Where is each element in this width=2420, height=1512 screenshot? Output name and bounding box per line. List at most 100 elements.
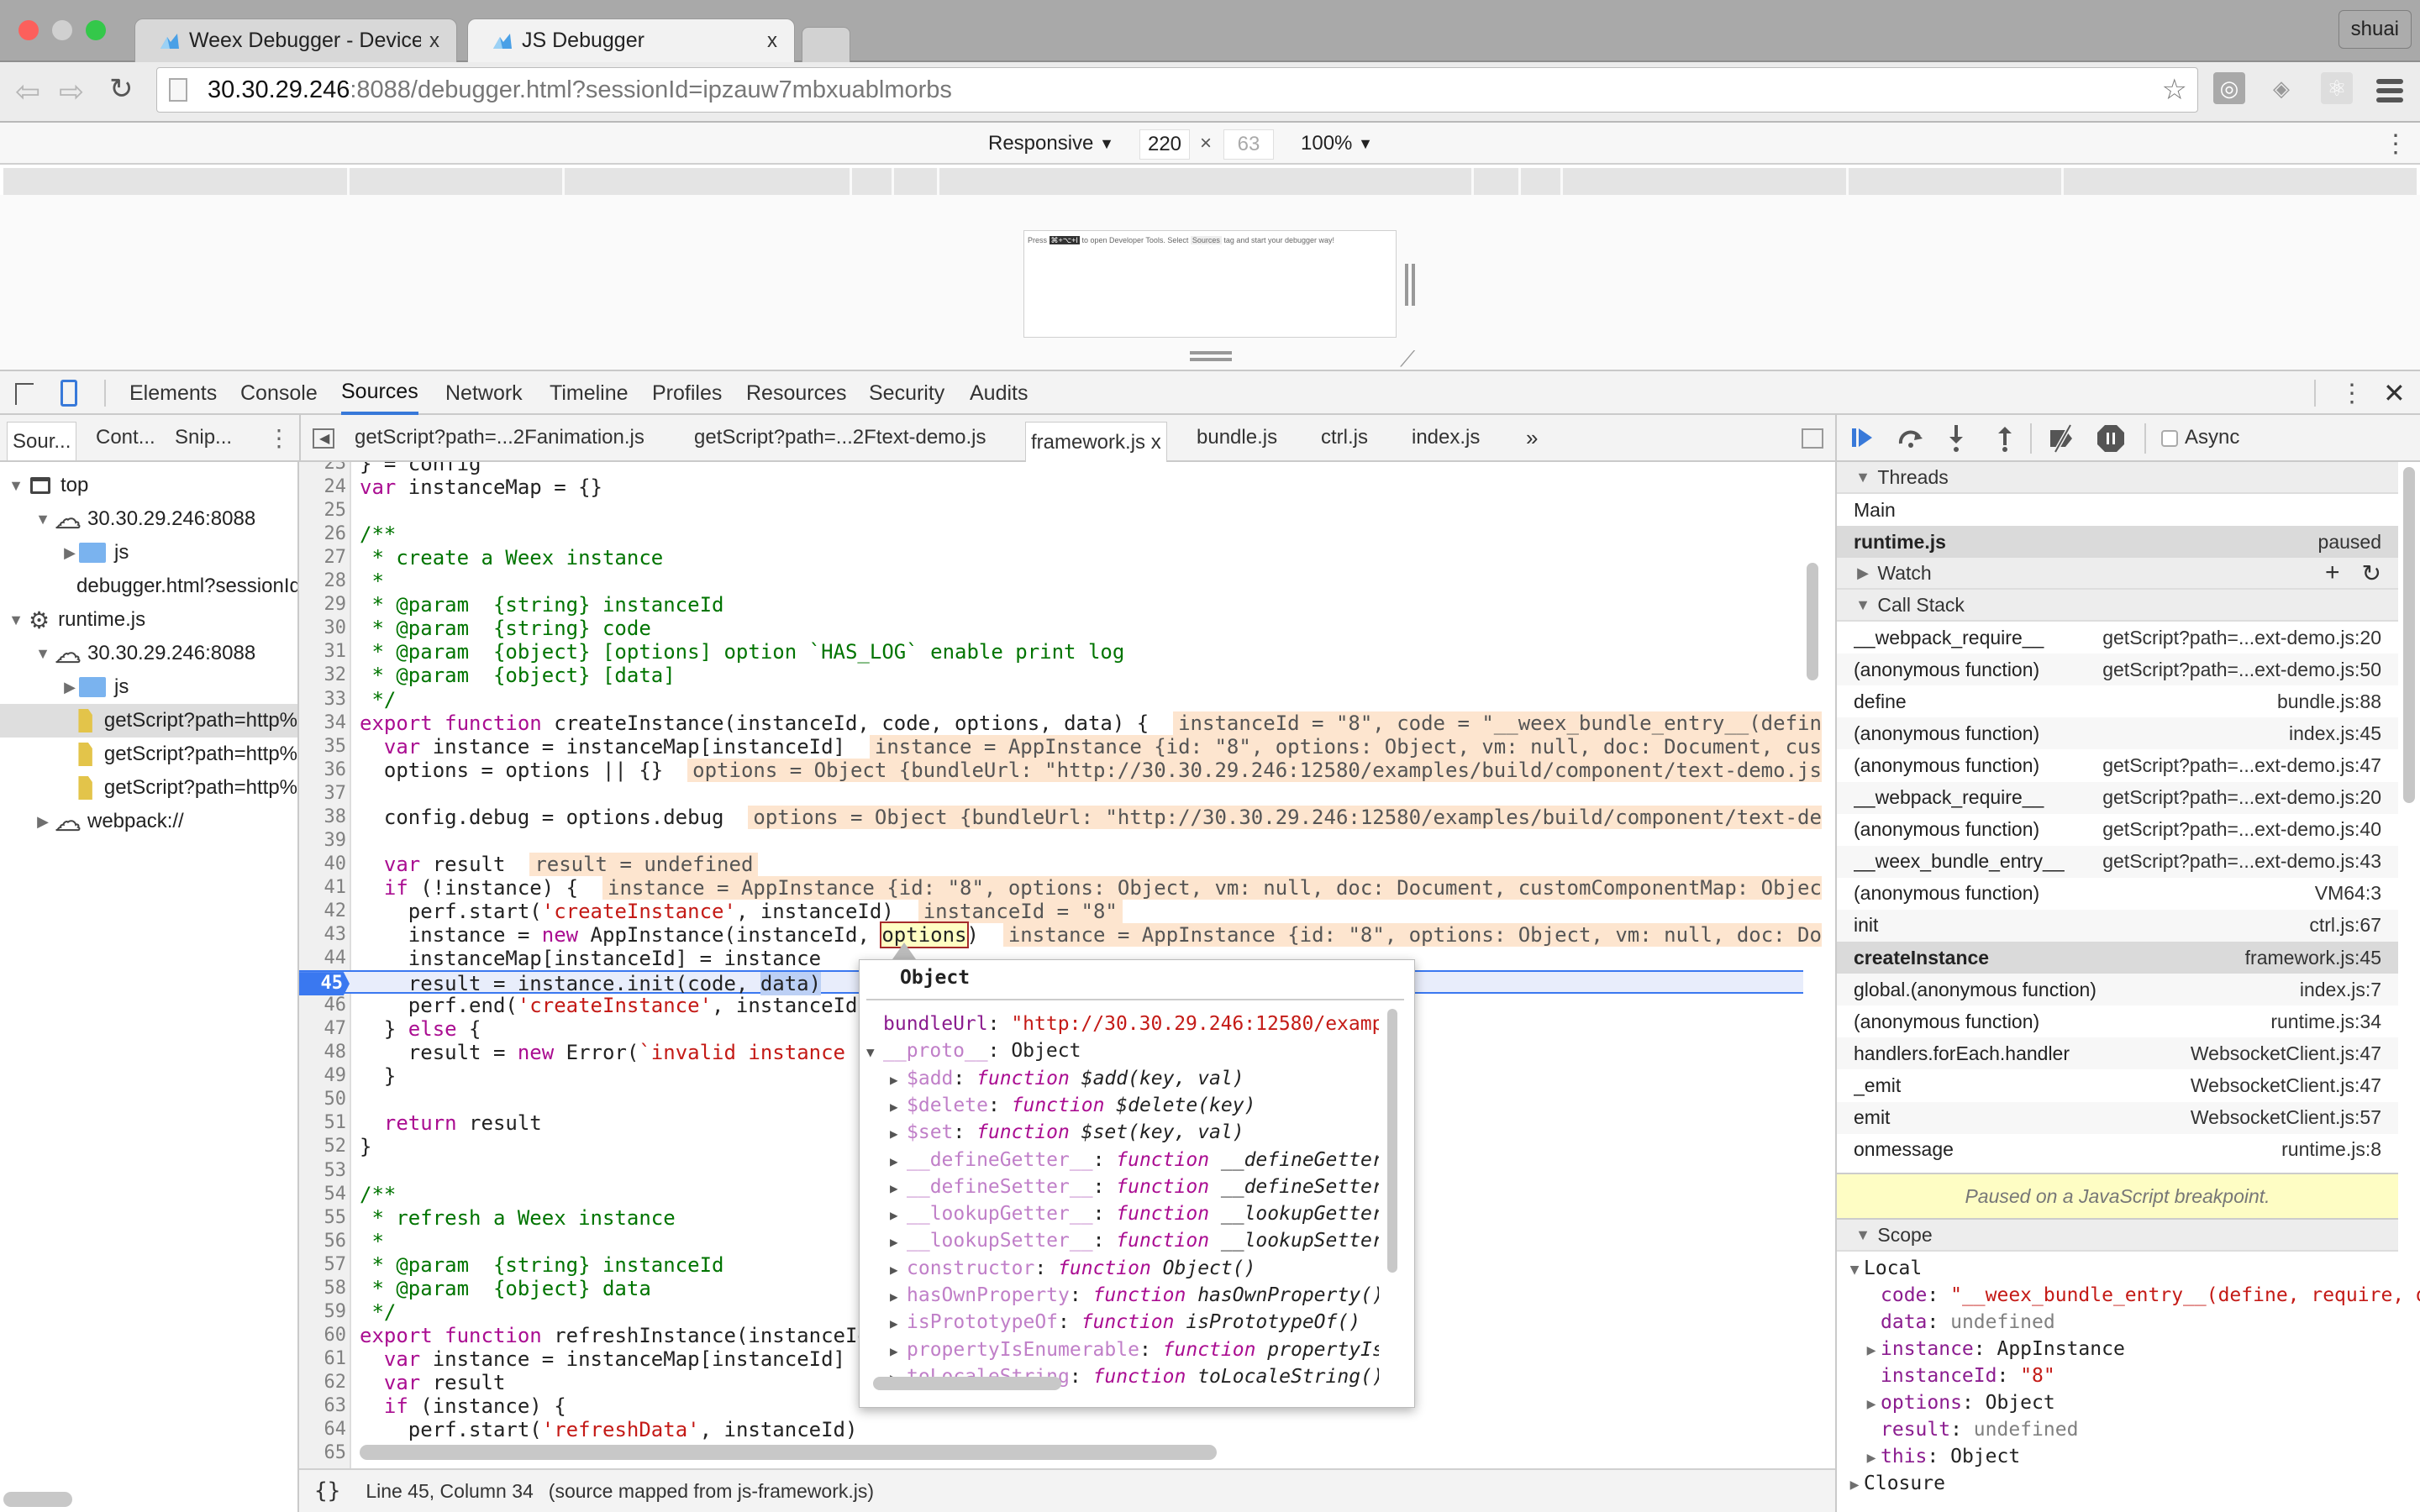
tree-arrow-icon[interactable]: ▼ xyxy=(34,645,52,663)
tree-arrow-icon[interactable]: ▶ xyxy=(34,813,52,831)
tree-arrow-icon[interactable]: ▶ xyxy=(890,1067,907,1092)
frame-location[interactable]: getScript?path=...ext-demo.js:43 xyxy=(2102,850,2381,873)
navigator-item[interactable]: debugger.html?sessionId xyxy=(0,570,297,603)
devtools-menu-icon[interactable]: ⋮ xyxy=(2339,371,2365,415)
navigator-item[interactable]: ▼ ⚙ runtime.js xyxy=(0,603,297,637)
call-frame[interactable]: emit WebsocketClient.js:57 xyxy=(1837,1101,2398,1134)
nav-tab-sources[interactable]: Sour... xyxy=(7,422,77,460)
inspect-element-icon[interactable] xyxy=(15,383,34,405)
line-number[interactable]: 39 xyxy=(299,829,347,853)
line-number[interactable]: 53 xyxy=(299,1159,347,1183)
line-number[interactable]: 33 xyxy=(299,688,347,711)
device-more-icon[interactable]: ⋮ xyxy=(2383,123,2408,165)
frame-location[interactable]: WebsocketClient.js:57 xyxy=(2191,1106,2381,1129)
maximize-window-button[interactable] xyxy=(86,20,106,40)
back-button[interactable]: ⇦ xyxy=(15,74,40,109)
sidebar-scrollbar[interactable] xyxy=(2403,467,2415,803)
tree-arrow-icon[interactable]: ▶ xyxy=(890,1284,907,1309)
width-resize-handle[interactable] xyxy=(1405,264,1408,306)
step-out-icon[interactable] xyxy=(1995,423,2015,454)
forward-button[interactable]: ⇨ xyxy=(59,74,84,109)
property-row[interactable]: ▶ $add: function $add(key, val) xyxy=(866,1065,1379,1092)
file-tab[interactable]: getScript?path=...2Ftext-demo.js xyxy=(694,415,986,460)
call-frame[interactable]: init ctrl.js:67 xyxy=(1837,909,2398,942)
thread-item[interactable]: runtime.js paused xyxy=(1837,526,2398,558)
profile-button[interactable]: shuai xyxy=(2338,10,2412,49)
height-resize-handle[interactable] xyxy=(1190,351,1232,354)
tree-arrow-icon[interactable]: ▶ xyxy=(890,1338,907,1363)
navigator-item[interactable]: ▼ ☁ 30.30.29.246:8088 xyxy=(0,637,297,670)
tree-arrow-icon[interactable]: ▼ xyxy=(7,477,25,495)
property-row[interactable]: ▶ __lookupGetter__: function __lookupGett… xyxy=(866,1200,1379,1227)
line-number[interactable]: 35 xyxy=(299,735,347,759)
close-file-tab-icon[interactable]: x xyxy=(1151,431,1161,454)
media-query-ruler[interactable] xyxy=(3,168,2417,195)
call-frame[interactable]: onmessage runtime.js:8 xyxy=(1837,1134,2398,1166)
call-frame[interactable]: (anonymous function) getScript?path=...ex… xyxy=(1837,814,2398,846)
line-number[interactable]: 23 xyxy=(299,462,347,475)
line-number[interactable]: 63 xyxy=(299,1394,347,1418)
scope-variable[interactable]: result: undefined xyxy=(1862,1416,2078,1443)
tree-arrow-icon[interactable]: ▶ xyxy=(890,1257,907,1282)
tab-network[interactable]: Network xyxy=(445,371,523,415)
call-frame[interactable]: define bundle.js:88 xyxy=(1837,685,2398,717)
step-over-icon[interactable] xyxy=(1896,425,1926,452)
close-devtools-icon[interactable]: ✕ xyxy=(2383,371,2406,415)
tree-arrow-icon[interactable]: ▶ xyxy=(60,679,79,696)
tab-timeline[interactable]: Timeline xyxy=(550,371,629,415)
more-tabs-button[interactable]: » xyxy=(1526,415,1538,460)
tab-resources[interactable]: Resources xyxy=(746,371,847,415)
device-screen[interactable]: Press ⌘+⌥+I to open Developer Tools. Sel… xyxy=(1023,230,1397,338)
line-number[interactable]: 56 xyxy=(299,1230,347,1253)
call-frame[interactable]: __weex_bundle_entry__ getScript?path=...e… xyxy=(1837,845,2398,878)
call-frame[interactable]: (anonymous function) getScript?path=...ex… xyxy=(1837,749,2398,781)
line-number[interactable]: 52 xyxy=(299,1135,347,1158)
callstack-section-header[interactable]: ▼ Call Stack xyxy=(1837,590,2398,622)
file-tab[interactable]: index.js xyxy=(1412,415,1480,460)
frame-location[interactable]: VM64:3 xyxy=(2315,882,2381,905)
frame-location[interactable]: getScript?path=...ext-demo.js:20 xyxy=(2102,627,2381,649)
thread-item[interactable]: Main xyxy=(1837,494,2398,526)
line-number[interactable]: 60 xyxy=(299,1324,347,1347)
tree-arrow-icon[interactable]: ▶ xyxy=(1862,1337,1881,1364)
tab-sources[interactable]: Sources xyxy=(341,371,418,415)
line-number[interactable]: 55 xyxy=(299,1206,347,1230)
frame-location[interactable]: runtime.js:34 xyxy=(2270,1011,2381,1033)
line-number[interactable]: 62 xyxy=(299,1371,347,1394)
bookmark-star-icon[interactable]: ☆ xyxy=(2162,73,2187,107)
minimize-window-button[interactable] xyxy=(52,20,72,40)
scope-closure[interactable]: ▶ Closure xyxy=(1845,1470,1945,1497)
property-row[interactable]: bundleUrl: "http://30.30.29.246:12580/ex… xyxy=(866,1011,1379,1037)
file-tab[interactable]: ctrl.js xyxy=(1321,415,1368,460)
tree-arrow-icon[interactable]: ▼ xyxy=(7,612,25,629)
line-number[interactable]: 31 xyxy=(299,640,347,664)
call-frame[interactable]: __webpack_require__ getScript?path=...ext… xyxy=(1837,781,2398,814)
tree-arrow-icon[interactable]: ▶ xyxy=(890,1310,907,1336)
async-checkbox[interactable] xyxy=(2161,430,2178,447)
property-row[interactable]: ▼ __proto__: Object xyxy=(866,1037,1379,1064)
navigator-item[interactable]: ▶ ☁ webpack:// xyxy=(0,805,297,838)
tab-security[interactable]: Security xyxy=(869,371,944,415)
tree-arrow-icon[interactable]: ▼ xyxy=(866,1039,883,1064)
step-into-icon[interactable] xyxy=(1946,423,1966,454)
toggle-navigator-icon[interactable]: ◀ xyxy=(313,428,334,449)
property-row[interactable]: ▶ __defineSetter__: function __defineSett… xyxy=(866,1173,1379,1200)
line-number[interactable]: 54 xyxy=(299,1183,347,1206)
device-width-input[interactable]: 220 xyxy=(1139,129,1190,160)
frame-location[interactable]: getScript?path=...ext-demo.js:20 xyxy=(2102,786,2381,809)
tree-arrow-icon[interactable]: ▶ xyxy=(890,1229,907,1254)
frame-location[interactable]: getScript?path=...ext-demo.js:47 xyxy=(2102,754,2381,777)
tab-audits[interactable]: Audits xyxy=(970,371,1028,415)
frame-location[interactable]: WebsocketClient.js:47 xyxy=(2191,1042,2381,1065)
popover-vertical-scrollbar[interactable] xyxy=(1387,1009,1397,1273)
navigator-item[interactable]: getScript?path=http% xyxy=(0,771,297,805)
tree-arrow-icon[interactable]: ▶ xyxy=(890,1202,907,1227)
navigator-item[interactable]: getScript?path=http% xyxy=(0,738,297,771)
line-number[interactable]: 49 xyxy=(299,1064,347,1088)
scope-variable[interactable]: ▶ instance: AppInstance xyxy=(1862,1336,2125,1362)
line-number[interactable]: 36 xyxy=(299,759,347,782)
frame-location[interactable]: WebsocketClient.js:47 xyxy=(2191,1074,2381,1097)
refresh-watch-icon[interactable]: ↻ xyxy=(2362,559,2381,587)
threads-section-header[interactable]: ▼ Threads xyxy=(1837,462,2398,494)
line-number[interactable]: 51 xyxy=(299,1111,347,1135)
